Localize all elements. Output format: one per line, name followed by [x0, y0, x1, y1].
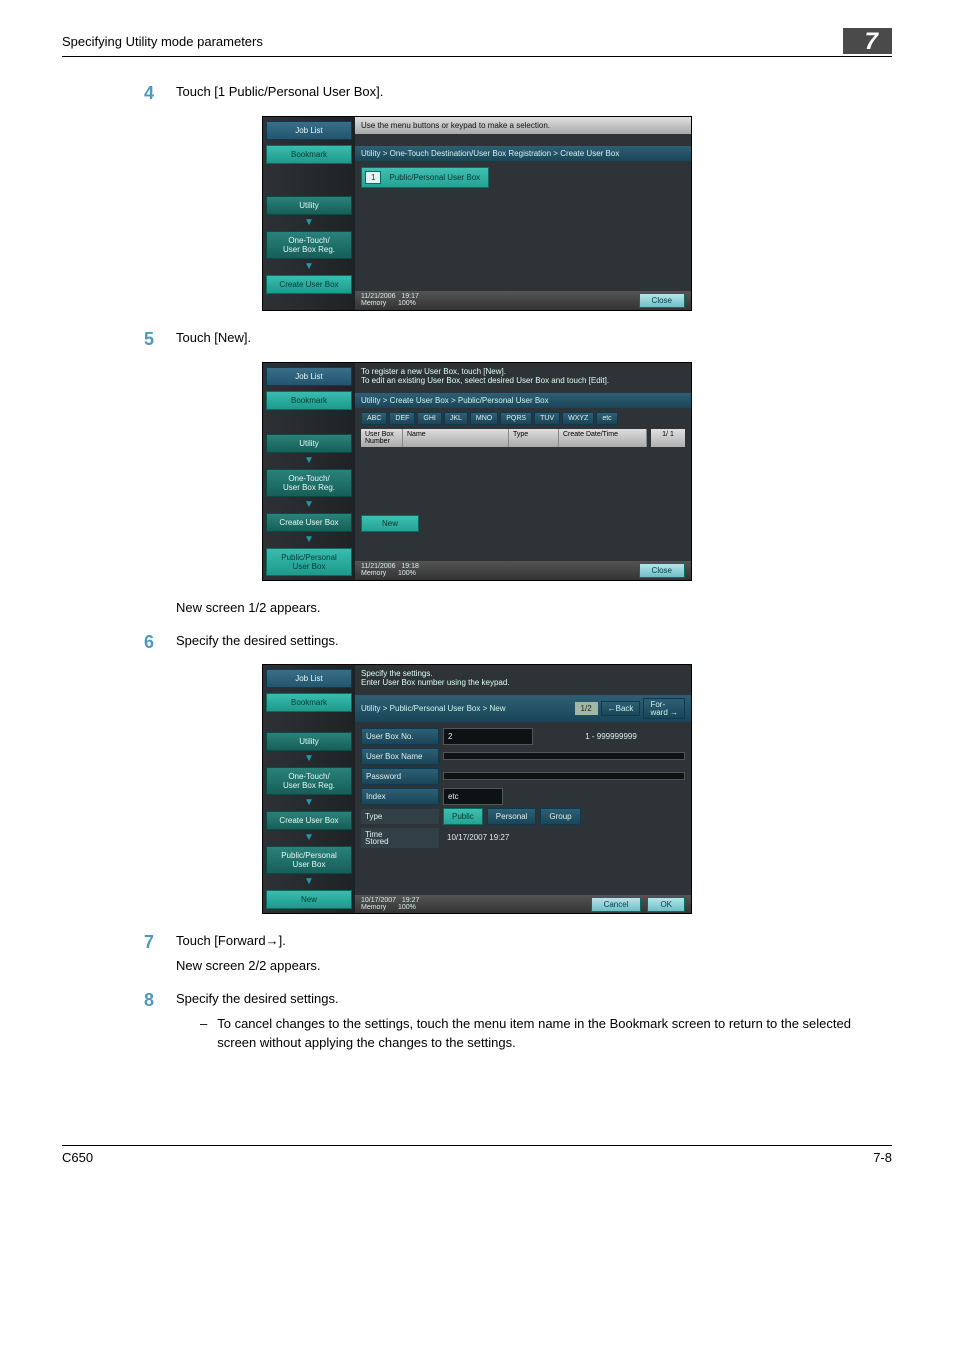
password-button[interactable]: Password — [361, 768, 439, 785]
time-stored-label: Time Stored — [361, 828, 439, 848]
status-left: 11/21/2006 19:17 Memory 100% — [361, 293, 419, 307]
screenshot-create-user-box: Job List Bookmark Utility ▼ One-Touch/ U… — [262, 116, 692, 311]
user-box-no-label: User Box No. — [361, 728, 439, 745]
tab-jkl[interactable]: JKL — [444, 412, 468, 425]
tab-wxyz[interactable]: WXYZ — [562, 412, 594, 425]
step-number: 6 — [62, 632, 176, 657]
new-button[interactable]: New — [361, 515, 419, 532]
index-value: etc — [443, 788, 503, 805]
time-stored-value: 10/17/2007 19:27 — [443, 830, 513, 845]
password-field — [443, 772, 685, 780]
breadcrumb: Utility > Public/Personal User Box > New — [361, 704, 506, 713]
pager: 1/ 1 — [651, 429, 685, 447]
index-tabs: ABC DEF GHI JKL MNO PQRS TUV WXYZ etc — [361, 412, 685, 425]
tab-tuv[interactable]: TUV — [534, 412, 560, 425]
instruction-text: Use the menu buttons or keypad to make a… — [355, 117, 691, 134]
public-personal-crumb[interactable]: Public/Personal User Box — [266, 548, 352, 576]
step-number: 5 — [62, 329, 176, 354]
tab-abc[interactable]: ABC — [361, 412, 387, 425]
tab-pqrs[interactable]: PQRS — [500, 412, 532, 425]
user-box-name-button[interactable]: User Box Name — [361, 748, 439, 765]
footer-model: C650 — [62, 1150, 93, 1165]
utility-crumb[interactable]: Utility — [266, 196, 352, 215]
cancel-button[interactable]: Cancel — [591, 897, 642, 912]
step-number: 8 — [62, 990, 176, 1053]
job-list-button[interactable]: Job List — [266, 121, 352, 140]
instruction-text: Specify the settings. Enter User Box num… — [355, 665, 691, 691]
type-label: Type — [361, 809, 439, 824]
step-text: Specify the desired settings. — [176, 990, 892, 1009]
create-user-box-crumb[interactable]: Create User Box — [266, 513, 352, 532]
breadcrumb: Utility > One-Touch Destination/User Box… — [355, 146, 691, 161]
job-list-button[interactable]: Job List — [266, 669, 352, 688]
bookmark-button[interactable]: Bookmark — [266, 693, 352, 712]
menu-number: 1 — [365, 171, 381, 184]
step-number: 4 — [62, 83, 176, 108]
one-touch-reg-crumb[interactable]: One-Touch/ User Box Reg. — [266, 767, 352, 795]
utility-crumb[interactable]: Utility — [266, 434, 352, 453]
menu-label: Public/Personal User Box — [389, 173, 480, 182]
tab-ghi[interactable]: GHI — [417, 412, 441, 425]
type-public-button[interactable]: Public — [443, 808, 483, 825]
step-after-text: New screen 2/2 appears. — [176, 957, 892, 976]
index-button[interactable]: Index — [361, 788, 439, 805]
ok-button[interactable]: OK — [647, 897, 685, 912]
user-box-name-field — [443, 752, 685, 760]
close-button[interactable]: Close — [639, 563, 685, 578]
tab-mno[interactable]: MNO — [470, 412, 498, 425]
chevron-down-icon: ▼ — [266, 754, 352, 764]
screenshot-user-box-list: Job List Bookmark Utility ▼ One-Touch/ U… — [262, 362, 692, 581]
tab-etc[interactable]: etc — [596, 412, 617, 425]
page-indicator: 1/2 — [575, 702, 598, 715]
chevron-down-icon: ▼ — [266, 262, 352, 272]
status-left: 11/21/2006 19:18 Memory 100% — [361, 563, 419, 577]
one-touch-reg-crumb[interactable]: One-Touch/ User Box Reg. — [266, 231, 352, 259]
type-personal-button[interactable]: Personal — [487, 808, 537, 825]
chevron-down-icon: ▼ — [266, 500, 352, 510]
type-group-button[interactable]: Group — [540, 808, 580, 825]
chevron-down-icon: ▼ — [266, 798, 352, 808]
user-box-no-field[interactable]: 2 — [443, 728, 533, 745]
table-header: User Box Number Name Type Create Date/Ti… — [361, 429, 647, 447]
step-text: Touch [Forward→]. — [176, 932, 892, 951]
chevron-down-icon: ▼ — [266, 218, 352, 228]
user-box-no-range: 1 - 999999999 — [537, 732, 685, 741]
step-after-text: New screen 1/2 appears. — [176, 599, 892, 618]
step-number: 7 — [62, 932, 176, 982]
chevron-down-icon: ▼ — [266, 535, 352, 545]
create-user-box-crumb[interactable]: Create User Box — [266, 811, 352, 830]
tab-def[interactable]: DEF — [389, 412, 415, 425]
chapter-badge: 7 — [843, 28, 892, 54]
one-touch-reg-crumb[interactable]: One-Touch/ User Box Reg. — [266, 469, 352, 497]
bullet-dash: – — [200, 1015, 207, 1053]
utility-crumb[interactable]: Utility — [266, 732, 352, 751]
footer-page: 7-8 — [873, 1150, 892, 1165]
job-list-button[interactable]: Job List — [266, 367, 352, 386]
status-left: 10/17/2007 19:27 Memory 100% — [361, 897, 419, 911]
chevron-down-icon: ▼ — [266, 456, 352, 466]
back-button[interactable]: ←Back — [601, 701, 641, 716]
section-title: Specifying Utility mode parameters — [62, 34, 263, 49]
new-crumb[interactable]: New — [266, 890, 352, 909]
chevron-down-icon: ▼ — [266, 877, 352, 887]
step-text: Touch [New]. — [176, 329, 892, 348]
chevron-down-icon: ▼ — [266, 833, 352, 843]
bookmark-button[interactable]: Bookmark — [266, 145, 352, 164]
forward-button[interactable]: For- ward → — [643, 698, 685, 718]
public-personal-crumb[interactable]: Public/Personal User Box — [266, 846, 352, 874]
step-text: Specify the desired settings. — [176, 632, 892, 651]
public-personal-user-box-button[interactable]: 1 Public/Personal User Box — [361, 167, 489, 188]
screenshot-new-user-box: Job List Bookmark Utility ▼ One-Touch/ U… — [262, 664, 692, 914]
bookmark-button[interactable]: Bookmark — [266, 391, 352, 410]
step-bullet-text: To cancel changes to the settings, touch… — [217, 1015, 892, 1053]
instruction-text: To register a new User Box, touch [New].… — [355, 363, 691, 389]
create-user-box-crumb[interactable]: Create User Box — [266, 275, 352, 294]
step-text: Touch [1 Public/Personal User Box]. — [176, 83, 892, 102]
breadcrumb: Utility > Create User Box > Public/Perso… — [355, 393, 691, 408]
close-button[interactable]: Close — [639, 293, 685, 308]
